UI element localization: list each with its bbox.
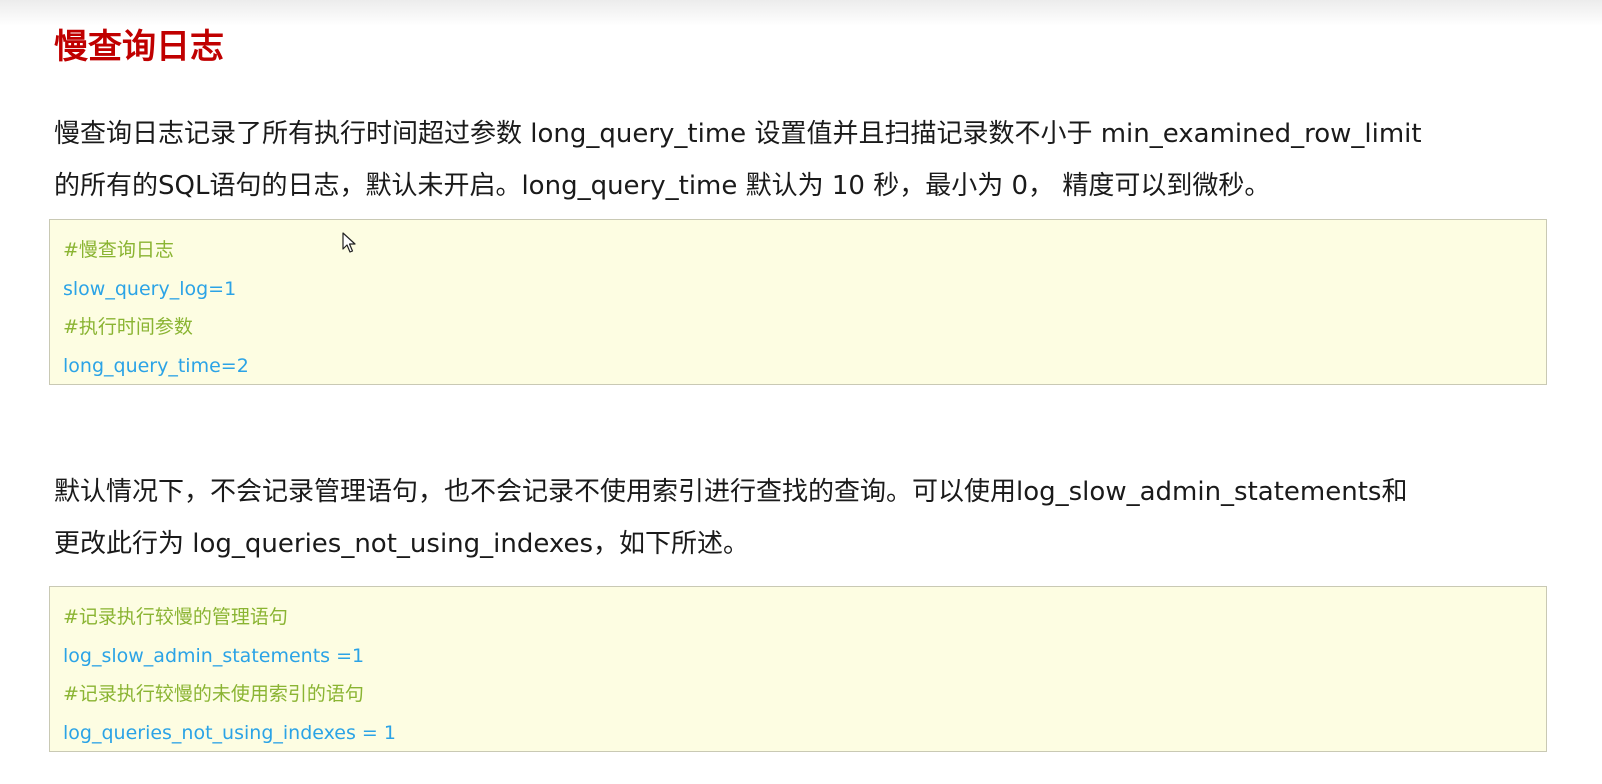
description-line-1: 慢查询日志记录了所有执行时间超过参数 long_query_time 设置值并且… (54, 119, 1422, 149)
config-code-block-admin: #记录执行较慢的管理语句 log_slow_admin_statements =… (49, 586, 1547, 752)
code-comment-no-index: #记录执行较慢的未使用索引的语句 (63, 683, 364, 705)
code-comment-exec-time: #执行时间参数 (63, 316, 193, 338)
mouse-pointer-icon (342, 232, 356, 253)
page-title: 慢查询日志 (54, 27, 224, 67)
behavior-line-1: 默认情况下，不会记录管理语句，也不会记录不使用索引进行查找的查询。可以使用log… (54, 477, 1408, 507)
default-behavior-description: 默认情况下，不会记录管理语句，也不会记录不使用索引进行查找的查询。可以使用log… (54, 466, 1569, 570)
code-comment-slow-log: #慢查询日志 (63, 239, 174, 261)
code-setting-log-queries-no-index: log_queries_not_using_indexes = 1 (63, 721, 396, 744)
behavior-line-2: 更改此行为 log_queries_not_using_indexes，如下所述… (54, 529, 750, 559)
code-comment-admin-statements: #记录执行较慢的管理语句 (63, 606, 288, 628)
top-shadow (0, 0, 1602, 26)
slow-log-description: 慢查询日志记录了所有执行时间超过参数 long_query_time 设置值并且… (54, 108, 1569, 212)
code-setting-log-slow-admin: log_slow_admin_statements =1 (63, 644, 365, 667)
description-line-2: 的所有的SQL语句的日志，默认未开启。long_query_time 默认为 1… (54, 171, 1271, 201)
config-code-block-slow-log: #慢查询日志 slow_query_log=1 #执行时间参数 long_que… (49, 219, 1547, 385)
code-setting-long-query-time: long_query_time=2 (63, 354, 249, 377)
code-setting-slow-query-log: slow_query_log=1 (63, 277, 237, 300)
